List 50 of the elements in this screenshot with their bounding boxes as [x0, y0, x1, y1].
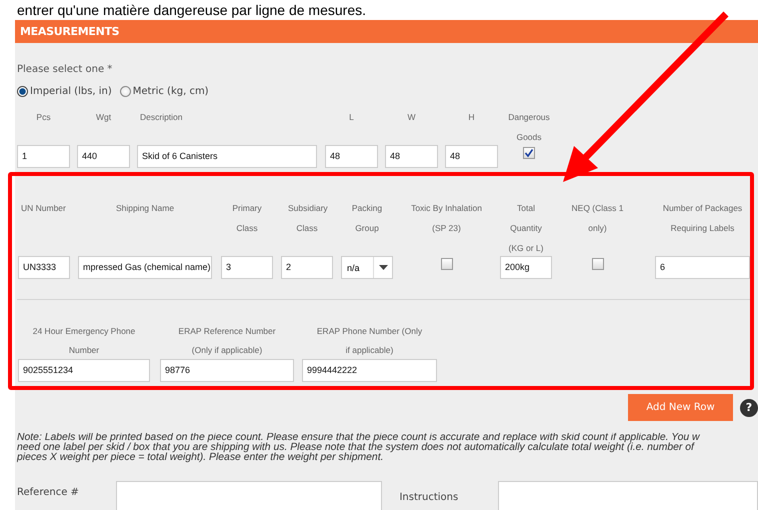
input-field[interactable]: 3	[221, 256, 273, 279]
input-field[interactable]: 9025551234	[18, 359, 150, 382]
input-field[interactable]: UN3333	[18, 256, 70, 279]
input-field[interactable]: 2	[281, 256, 333, 279]
checkbox[interactable]	[523, 147, 535, 159]
dropdown[interactable]: n/a	[341, 256, 393, 279]
column-label: Number of Packages Requiring Labels	[662, 202, 744, 235]
input-field[interactable]: 48	[385, 145, 438, 168]
input-field[interactable]: 1	[17, 145, 70, 168]
radio-button[interactable]	[17, 86, 28, 96]
input-field[interactable]: Skid of 6 Canisters	[137, 145, 317, 168]
checkbox[interactable]	[592, 258, 604, 270]
input-field[interactable]: 200kg	[500, 256, 552, 279]
column-label: Subsidiary Class	[287, 202, 329, 235]
radio-button[interactable]	[120, 86, 131, 96]
column-label: Packing Group	[350, 202, 384, 235]
input-field[interactable]: 48	[325, 145, 378, 168]
input-field[interactable]: 98776	[160, 359, 294, 382]
input-field[interactable]: 9994442222	[302, 359, 437, 382]
column-label: W	[406, 111, 417, 124]
column-label: Wgt	[94, 111, 112, 124]
radio-label: Metric (kg, cm)	[132, 86, 209, 96]
instruction-text: entrer qu'une matière dangereuse par ligne de mesures.	[17, 2, 366, 18]
reference-field[interactable]	[116, 481, 382, 510]
column-label: Dangerous Goods	[507, 111, 551, 144]
column-label: Toxic By Inhalation (SP 23)	[410, 202, 483, 235]
radio-label: Imperial (lbs, in)	[30, 86, 112, 96]
column-label: L	[348, 111, 355, 124]
checkbox[interactable]	[440, 258, 452, 270]
unit-prompt: Please select one *	[17, 63, 114, 77]
input-field[interactable]: mpressed Gas (chemical name)	[78, 256, 212, 279]
column-label: NEQ (Class 1 only)	[570, 202, 624, 235]
input-field[interactable]: 6	[655, 256, 750, 279]
field-label: Instructions	[399, 492, 460, 503]
field-label: Reference #	[17, 487, 80, 498]
column-label: H	[467, 111, 476, 124]
input-field[interactable]: 48	[445, 145, 498, 168]
column-label: 24 Hour Emergency Phone Number	[32, 325, 136, 357]
column-label: Total Quantity (KG or L)	[508, 202, 544, 255]
column-label: UN Number	[20, 202, 67, 215]
column-label: ERAP Phone Number (Only if applicable)	[316, 325, 424, 357]
column-label: Primary Class	[231, 202, 263, 235]
section-title: MEASUREMENTS	[20, 25, 120, 38]
column-label: Shipping Name	[114, 202, 176, 215]
column-label: ERAP Reference Number (Only if applicable)	[177, 325, 277, 357]
instructions-field[interactable]	[498, 481, 758, 510]
column-label: Description	[139, 111, 184, 124]
column-label: Pcs	[35, 111, 52, 124]
help-icon[interactable]: ?	[740, 398, 758, 416]
input-field[interactable]: 440	[77, 145, 130, 168]
